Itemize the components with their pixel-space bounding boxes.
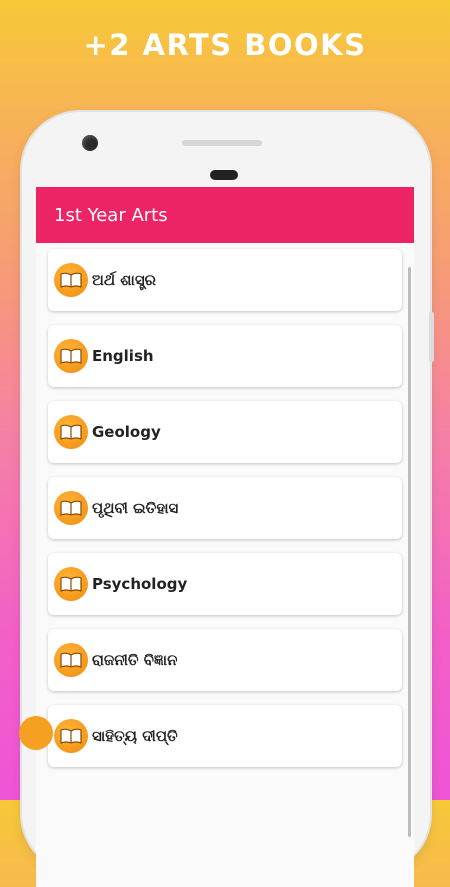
app-bar: 1st Year Arts [36, 187, 414, 243]
book-list-item[interactable]: ସାହିତ୍ୟ ଦୀପ୍ତି [48, 705, 402, 767]
book-list-item[interactable]: ରାଜନୀତି ବିଜ୍ଞାନ [48, 629, 402, 691]
book-label: ପୃଥିବୀ ଇତିହାସ [92, 499, 179, 517]
book-icon [54, 643, 88, 677]
phone-side-button [429, 312, 434, 362]
book-list-item[interactable]: ପୃଥିବୀ ଇତିହାସ [48, 477, 402, 539]
book-label: ରାଜନୀତି ବିଜ୍ଞାନ [92, 651, 178, 669]
proximity-sensor [210, 170, 238, 180]
phone-frame: 1st Year Arts ଅର୍ଥ ଶାସ୍ତ୍ର English Geolo… [22, 112, 434, 887]
scrollbar[interactable] [408, 267, 411, 837]
book-icon [54, 415, 88, 449]
book-list: ଅର୍ଥ ଶାସ୍ତ୍ର English Geology ପୃଥିବୀ ଇତିହ… [36, 243, 414, 767]
app-screen: 1st Year Arts ଅର୍ଥ ଶାସ୍ତ୍ର English Geolo… [36, 187, 414, 887]
book-icon [54, 491, 88, 525]
book-icon [54, 567, 88, 601]
app-title: 1st Year Arts [54, 204, 168, 226]
book-label: Psychology [92, 575, 188, 593]
book-list-item[interactable]: ଅର୍ଥ ଶାସ୍ତ୍ର [48, 249, 402, 311]
book-label: Geology [92, 423, 161, 441]
book-icon [54, 339, 88, 373]
promo-title: +2 ARTS BOOKS [83, 28, 367, 62]
book-icon [54, 719, 88, 753]
book-list-item[interactable]: English [48, 325, 402, 387]
speaker-grille [182, 140, 262, 146]
book-icon [54, 263, 88, 297]
book-label: English [92, 347, 154, 365]
book-label: ଅର୍ଥ ଶାସ୍ତ୍ର [92, 271, 157, 289]
book-icon [19, 716, 53, 750]
book-list-item[interactable]: Geology [48, 401, 402, 463]
book-label: ସାହିତ୍ୟ ଦୀପ୍ତି [92, 727, 178, 745]
camera-icon [82, 135, 98, 151]
book-list-item[interactable]: Psychology [48, 553, 402, 615]
